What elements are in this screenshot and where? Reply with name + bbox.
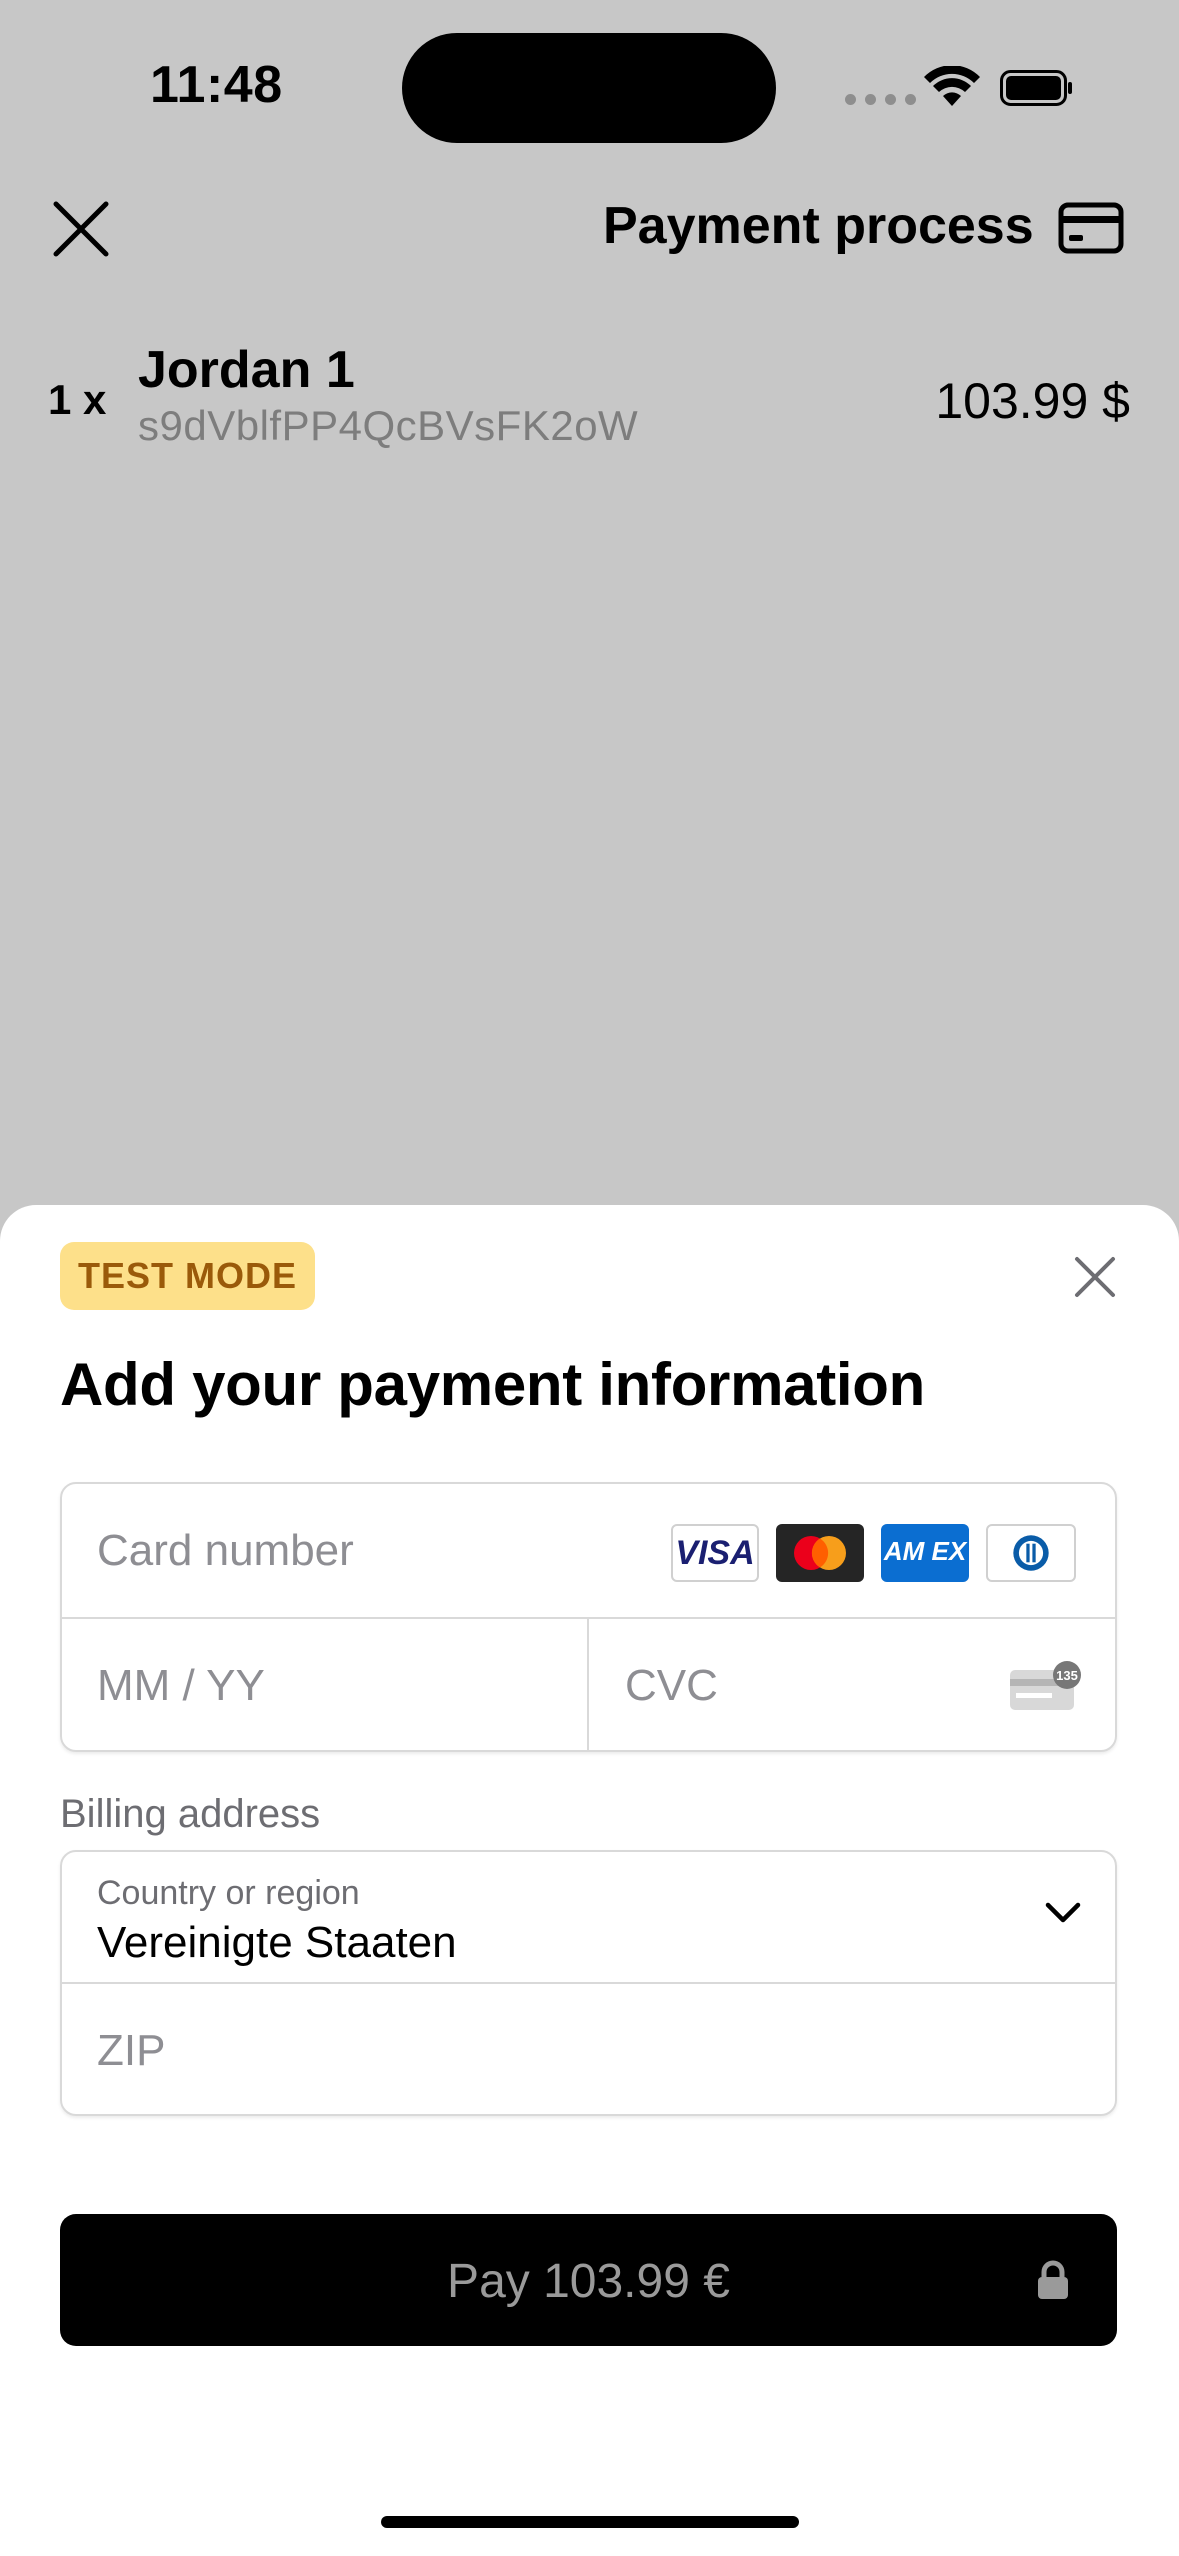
test-mode-badge: TEST MODE [60, 1242, 316, 1310]
cvc-card-icon: 135 [1010, 1661, 1081, 1710]
visa-logo-icon: VISA [671, 1524, 759, 1582]
zip-input[interactable]: ZIP [97, 2026, 1077, 2076]
pay-button-label: Pay 103.99 € [447, 2255, 730, 2308]
home-indicator [381, 2516, 799, 2528]
mastercard-logo-icon [776, 1524, 864, 1582]
status-time: 11:48 [150, 56, 283, 114]
divider [587, 1618, 589, 1750]
product-name: Jordan 1 [138, 341, 355, 399]
pay-button[interactable]: Pay 103.99 € [60, 2214, 1117, 2346]
billing-address-label: Billing address [60, 1792, 321, 1836]
close-icon[interactable] [1074, 1256, 1116, 1298]
close-icon[interactable] [52, 200, 110, 258]
divider [62, 1982, 1115, 1984]
svg-text:135: 135 [1056, 1668, 1078, 1683]
country-value: Vereinigte Staaten [97, 1918, 457, 1967]
lock-icon [1038, 2260, 1068, 2299]
product-id: s9dVblfPP4QcBVsFK2oW [138, 402, 639, 449]
dynamic-island [402, 33, 776, 143]
battery-icon [1000, 70, 1072, 106]
card-number-input[interactable]: Card number [97, 1526, 637, 1576]
page-title: Payment process [603, 197, 1034, 255]
chevron-down-icon[interactable] [1044, 1900, 1082, 1926]
diners-club-logo-icon [986, 1524, 1076, 1582]
cvc-input[interactable]: CVC [625, 1661, 985, 1711]
cellular-signal-icon [845, 94, 916, 105]
credit-card-icon[interactable] [1058, 202, 1124, 254]
item-quantity: 1 x [48, 376, 107, 423]
expiry-input[interactable]: MM / YY [97, 1661, 557, 1711]
sheet-title: Add your payment information [60, 1351, 925, 1418]
wifi-icon [924, 66, 980, 106]
amex-logo-icon: AM EX [881, 1524, 969, 1582]
country-label: Country or region [97, 1874, 360, 1912]
item-price: 103.99 $ [935, 373, 1130, 429]
